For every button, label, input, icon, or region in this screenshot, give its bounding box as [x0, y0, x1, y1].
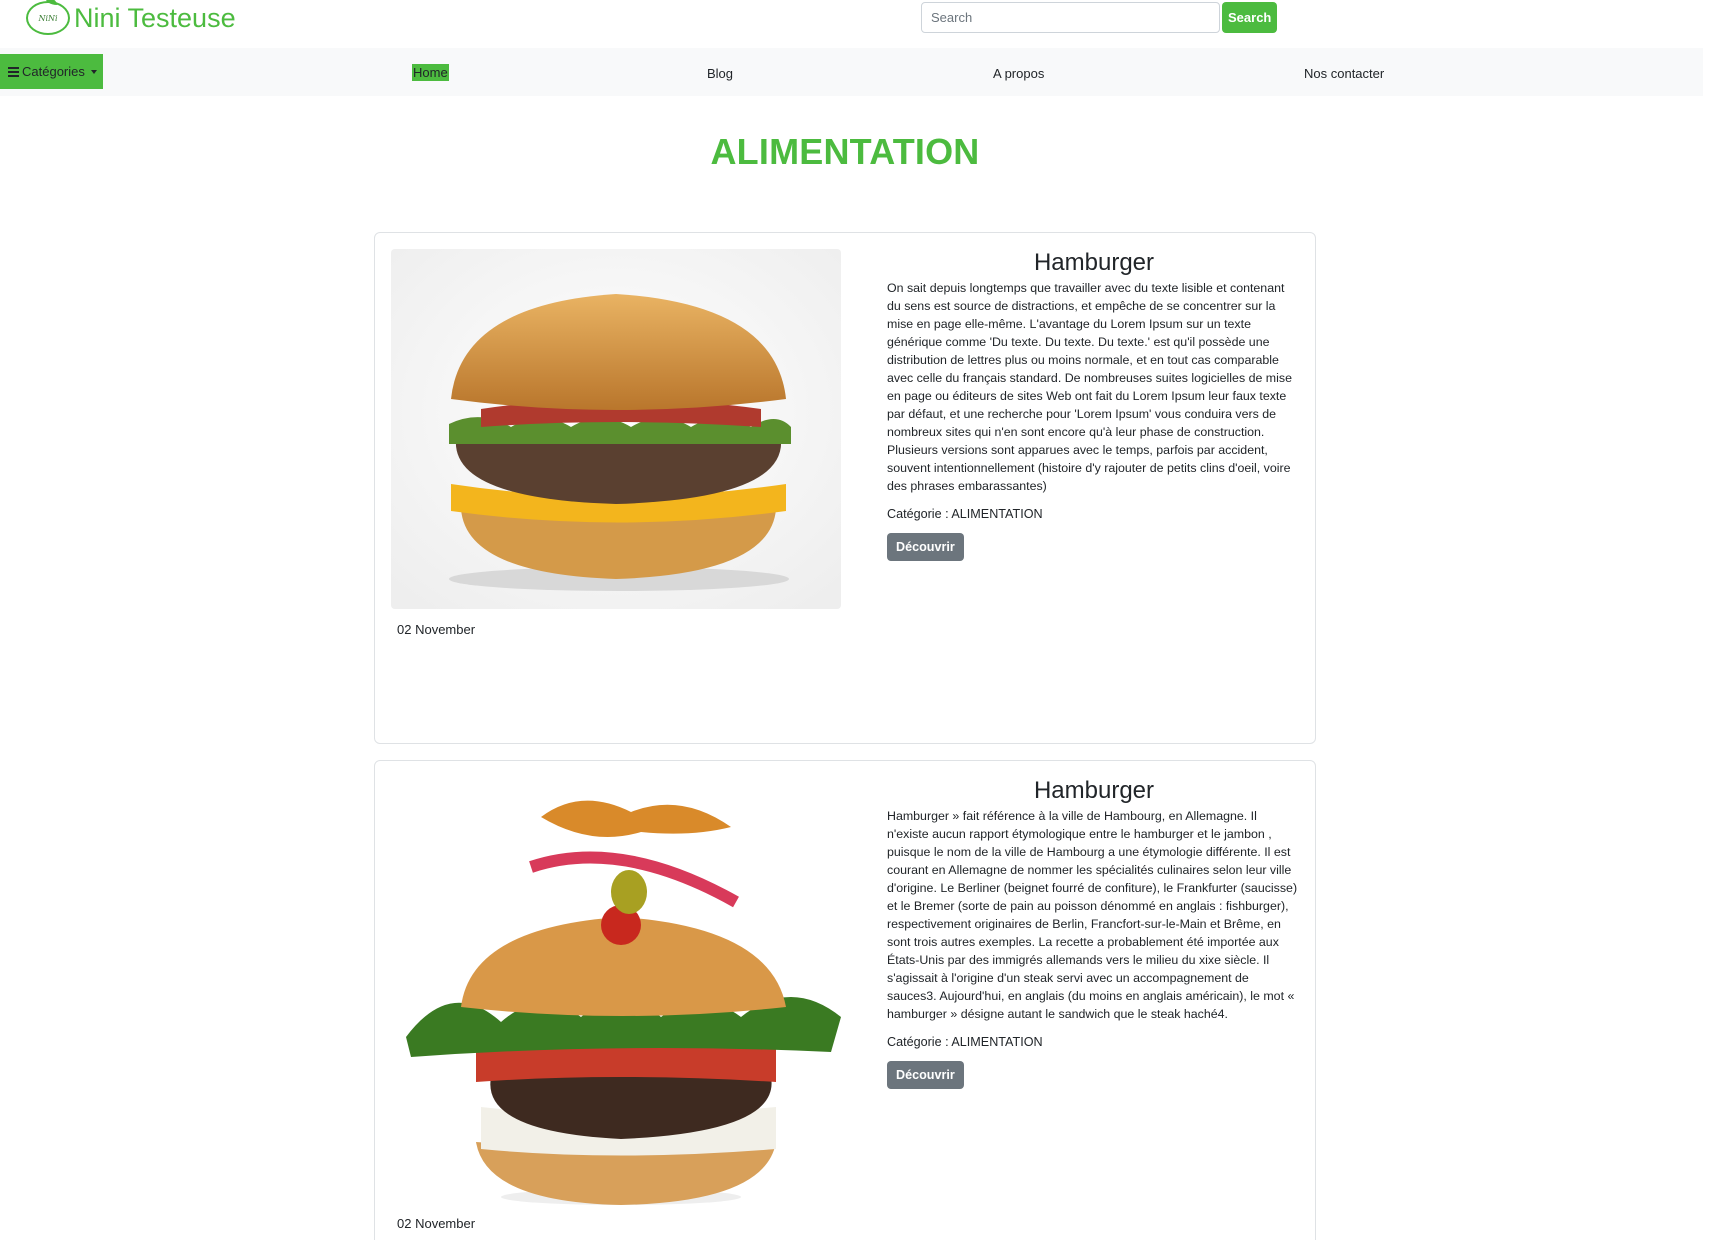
article-body: Hamburger On sait depuis longtemps que t…: [887, 249, 1301, 561]
article-date: 02 November: [397, 1216, 476, 1231]
logo-text: NiNi: [38, 13, 58, 23]
article-body: Hamburger Hamburger » fait référence à l…: [887, 777, 1301, 1089]
discover-button[interactable]: Découvrir: [887, 1061, 964, 1089]
nav-link-a-propos[interactable]: A propos: [993, 66, 1044, 81]
nav-link-contact[interactable]: Nos contacter: [1304, 66, 1384, 81]
search-button[interactable]: Search: [1222, 2, 1278, 33]
nav-link-home[interactable]: Home: [412, 64, 449, 81]
article-title: Hamburger: [1033, 249, 1155, 276]
brand-name[interactable]: Nini Testeuse: [74, 3, 236, 34]
article-category: Catégorie : ALIMENTATION: [887, 1035, 1043, 1049]
article-category: Catégorie : ALIMENTATION: [887, 507, 1043, 521]
page-title: ALIMENTATION: [710, 131, 980, 172]
article-image-hamburger: [391, 777, 841, 1217]
discover-button[interactable]: Découvrir: [887, 533, 964, 561]
article-date: 02 November: [397, 622, 476, 637]
article-text: Hamburger » fait référence à la ville de…: [887, 809, 1298, 1021]
top-header: NiNi Nini Testeuse Search: [0, 0, 1713, 48]
article-text: On sait depuis longtemps que travailler …: [887, 281, 1292, 493]
search-form: Search: [921, 2, 1278, 33]
article-card: 02 November Hamburger Hamburger » fait r…: [374, 760, 1316, 1240]
logo-icon: NiNi: [26, 0, 70, 35]
article-title: Hamburger: [1033, 777, 1155, 804]
site-logo[interactable]: NiNi Nini Testeuse: [26, 0, 236, 35]
article-image-hamburger: [391, 249, 841, 609]
article-card: 02 November Hamburger On sait depuis lon…: [374, 232, 1316, 744]
categories-dropdown-button[interactable]: Catégories: [0, 54, 103, 89]
leaf-icon: [45, 0, 57, 5]
search-input[interactable]: [921, 2, 1220, 33]
main-navbar: Catégories: [0, 48, 1703, 96]
categories-label: Catégories: [22, 64, 85, 79]
nav-link-blog[interactable]: Blog: [707, 66, 733, 81]
caret-down-icon: [90, 69, 97, 74]
hamburger-menu-icon: [8, 65, 19, 79]
